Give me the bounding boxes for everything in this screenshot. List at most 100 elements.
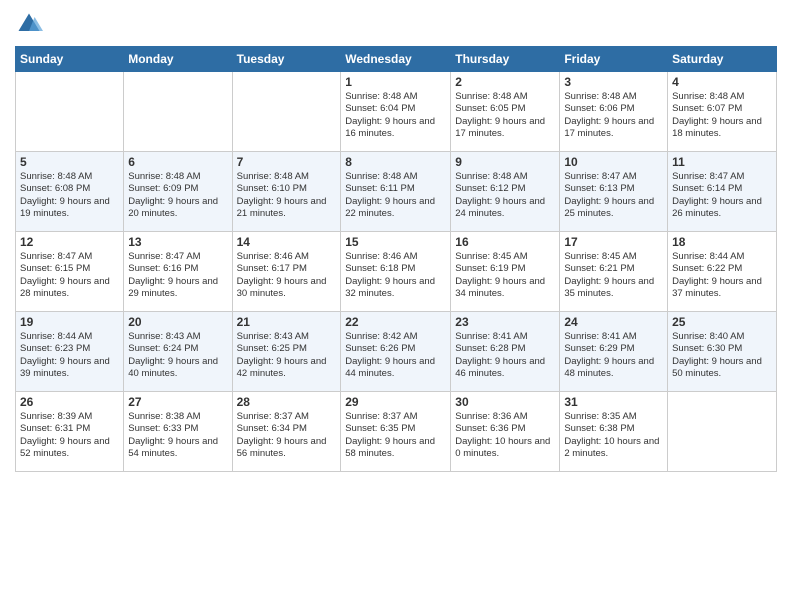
calendar-cell: 8 Sunrise: 8:48 AM Sunset: 6:11 PM Daylig…	[341, 152, 451, 232]
day-number: 16	[455, 235, 555, 249]
calendar-cell: 24 Sunrise: 8:41 AM Sunset: 6:29 PM Dayli…	[560, 312, 668, 392]
calendar-cell: 4Sunrise: 8:48 AM Sunset: 6:07 PM Daylig…	[668, 72, 777, 152]
day-info: Sunrise: 8:43 AM Sunset: 6:25 PM Dayligh…	[237, 331, 337, 380]
calendar-cell: 9 Sunrise: 8:48 AM Sunset: 6:12 PM Daylig…	[451, 152, 560, 232]
day-info: Sunrise: 8:46 AM Sunset: 6:17 PM Dayligh…	[237, 251, 337, 300]
day-info: Sunrise: 8:38 AM Sunset: 6:33 PM Dayligh…	[128, 411, 227, 460]
calendar-week-row: 5 Sunrise: 8:48 AM Sunset: 6:08 PM Daylig…	[16, 152, 777, 232]
day-info: Sunrise: 8:41 AM Sunset: 6:28 PM Dayligh…	[455, 331, 555, 380]
calendar-cell: 29 Sunrise: 8:37 AM Sunset: 6:35 PM Dayli…	[341, 392, 451, 472]
day-info: Sunrise: 8:48 AM Sunset: 6:12 PM Dayligh…	[455, 171, 555, 220]
day-number: 26	[20, 395, 119, 409]
calendar-cell: 22 Sunrise: 8:42 AM Sunset: 6:26 PM Dayli…	[341, 312, 451, 392]
day-number: 11	[672, 155, 772, 169]
day-info: Sunrise: 8:47 AM Sunset: 6:13 PM Dayligh…	[564, 171, 663, 220]
day-number: 12	[20, 235, 119, 249]
calendar-cell: 20 Sunrise: 8:43 AM Sunset: 6:24 PM Dayli…	[124, 312, 232, 392]
day-number: 1	[345, 75, 446, 89]
day-info: Sunrise: 8:48 AM Sunset: 6:06 PM Dayligh…	[564, 91, 663, 140]
calendar-cell: 12Sunrise: 8:47 AM Sunset: 6:15 PM Dayli…	[16, 232, 124, 312]
day-info: Sunrise: 8:47 AM Sunset: 6:16 PM Dayligh…	[128, 251, 227, 300]
day-info: Sunrise: 8:48 AM Sunset: 6:10 PM Dayligh…	[237, 171, 337, 220]
calendar-cell: 14 Sunrise: 8:46 AM Sunset: 6:17 PM Dayli…	[232, 232, 341, 312]
calendar-week-row: 12Sunrise: 8:47 AM Sunset: 6:15 PM Dayli…	[16, 232, 777, 312]
day-info: Sunrise: 8:46 AM Sunset: 6:18 PM Dayligh…	[345, 251, 446, 300]
day-header-tuesday: Tuesday	[232, 47, 341, 72]
page: SundayMondayTuesdayWednesdayThursdayFrid…	[0, 0, 792, 612]
day-header-sunday: Sunday	[16, 47, 124, 72]
calendar-cell: 11 Sunrise: 8:47 AM Sunset: 6:14 PM Dayli…	[668, 152, 777, 232]
calendar-week-row: 19 Sunrise: 8:44 AM Sunset: 6:23 PM Dayli…	[16, 312, 777, 392]
day-number: 9	[455, 155, 555, 169]
day-info: Sunrise: 8:37 AM Sunset: 6:35 PM Dayligh…	[345, 411, 446, 460]
day-number: 2	[455, 75, 555, 89]
day-header-thursday: Thursday	[451, 47, 560, 72]
day-number: 10	[564, 155, 663, 169]
day-number: 18	[672, 235, 772, 249]
calendar-cell: 15 Sunrise: 8:46 AM Sunset: 6:18 PM Dayli…	[341, 232, 451, 312]
calendar-cell	[232, 72, 341, 152]
calendar-cell: 3 Sunrise: 8:48 AM Sunset: 6:06 PM Daylig…	[560, 72, 668, 152]
day-number: 24	[564, 315, 663, 329]
calendar-cell	[668, 392, 777, 472]
day-header-monday: Monday	[124, 47, 232, 72]
day-info: Sunrise: 8:45 AM Sunset: 6:21 PM Dayligh…	[564, 251, 663, 300]
calendar-cell: 6Sunrise: 8:48 AM Sunset: 6:09 PM Daylig…	[124, 152, 232, 232]
day-info: Sunrise: 8:45 AM Sunset: 6:19 PM Dayligh…	[455, 251, 555, 300]
day-number: 20	[128, 315, 227, 329]
day-info: Sunrise: 8:44 AM Sunset: 6:23 PM Dayligh…	[20, 331, 119, 380]
day-info: Sunrise: 8:44 AM Sunset: 6:22 PM Dayligh…	[672, 251, 772, 300]
logo-icon	[15, 10, 43, 38]
day-number: 5	[20, 155, 119, 169]
day-info: Sunrise: 8:47 AM Sunset: 6:14 PM Dayligh…	[672, 171, 772, 220]
day-number: 27	[128, 395, 227, 409]
header	[15, 10, 777, 38]
day-info: Sunrise: 8:48 AM Sunset: 6:11 PM Dayligh…	[345, 171, 446, 220]
day-header-saturday: Saturday	[668, 47, 777, 72]
calendar-cell: 2 Sunrise: 8:48 AM Sunset: 6:05 PM Daylig…	[451, 72, 560, 152]
day-number: 15	[345, 235, 446, 249]
day-number: 14	[237, 235, 337, 249]
calendar-cell: 18 Sunrise: 8:44 AM Sunset: 6:22 PM Dayli…	[668, 232, 777, 312]
logo	[15, 10, 47, 38]
calendar-cell: 1Sunrise: 8:48 AM Sunset: 6:04 PM Daylig…	[341, 72, 451, 152]
calendar-header-row: SundayMondayTuesdayWednesdayThursdayFrid…	[16, 47, 777, 72]
calendar-cell: 31 Sunrise: 8:35 AM Sunset: 6:38 PM Dayli…	[560, 392, 668, 472]
day-number: 30	[455, 395, 555, 409]
day-info: Sunrise: 8:37 AM Sunset: 6:34 PM Dayligh…	[237, 411, 337, 460]
calendar-cell: 21 Sunrise: 8:43 AM Sunset: 6:25 PM Dayli…	[232, 312, 341, 392]
calendar-cell	[16, 72, 124, 152]
calendar-cell: 30Sunrise: 8:36 AM Sunset: 6:36 PM Dayli…	[451, 392, 560, 472]
day-info: Sunrise: 8:48 AM Sunset: 6:05 PM Dayligh…	[455, 91, 555, 140]
calendar-cell: 17Sunrise: 8:45 AM Sunset: 6:21 PM Dayli…	[560, 232, 668, 312]
day-number: 8	[345, 155, 446, 169]
calendar-cell: 28Sunrise: 8:37 AM Sunset: 6:34 PM Dayli…	[232, 392, 341, 472]
day-info: Sunrise: 8:48 AM Sunset: 6:09 PM Dayligh…	[128, 171, 227, 220]
day-number: 22	[345, 315, 446, 329]
calendar-cell: 19 Sunrise: 8:44 AM Sunset: 6:23 PM Dayli…	[16, 312, 124, 392]
day-number: 31	[564, 395, 663, 409]
calendar-cell: 7 Sunrise: 8:48 AM Sunset: 6:10 PM Daylig…	[232, 152, 341, 232]
calendar-cell	[124, 72, 232, 152]
day-info: Sunrise: 8:48 AM Sunset: 6:08 PM Dayligh…	[20, 171, 119, 220]
calendar-table: SundayMondayTuesdayWednesdayThursdayFrid…	[15, 46, 777, 472]
day-number: 4	[672, 75, 772, 89]
day-number: 3	[564, 75, 663, 89]
day-number: 23	[455, 315, 555, 329]
day-number: 25	[672, 315, 772, 329]
day-number: 19	[20, 315, 119, 329]
day-info: Sunrise: 8:42 AM Sunset: 6:26 PM Dayligh…	[345, 331, 446, 380]
day-number: 21	[237, 315, 337, 329]
day-info: Sunrise: 8:41 AM Sunset: 6:29 PM Dayligh…	[564, 331, 663, 380]
calendar-week-row: 26Sunrise: 8:39 AM Sunset: 6:31 PM Dayli…	[16, 392, 777, 472]
day-number: 29	[345, 395, 446, 409]
day-info: Sunrise: 8:43 AM Sunset: 6:24 PM Dayligh…	[128, 331, 227, 380]
day-number: 7	[237, 155, 337, 169]
day-info: Sunrise: 8:35 AM Sunset: 6:38 PM Dayligh…	[564, 411, 663, 460]
calendar-cell: 5 Sunrise: 8:48 AM Sunset: 6:08 PM Daylig…	[16, 152, 124, 232]
calendar-cell: 23 Sunrise: 8:41 AM Sunset: 6:28 PM Dayli…	[451, 312, 560, 392]
calendar-week-row: 1Sunrise: 8:48 AM Sunset: 6:04 PM Daylig…	[16, 72, 777, 152]
calendar-cell: 13Sunrise: 8:47 AM Sunset: 6:16 PM Dayli…	[124, 232, 232, 312]
day-header-friday: Friday	[560, 47, 668, 72]
day-header-wednesday: Wednesday	[341, 47, 451, 72]
